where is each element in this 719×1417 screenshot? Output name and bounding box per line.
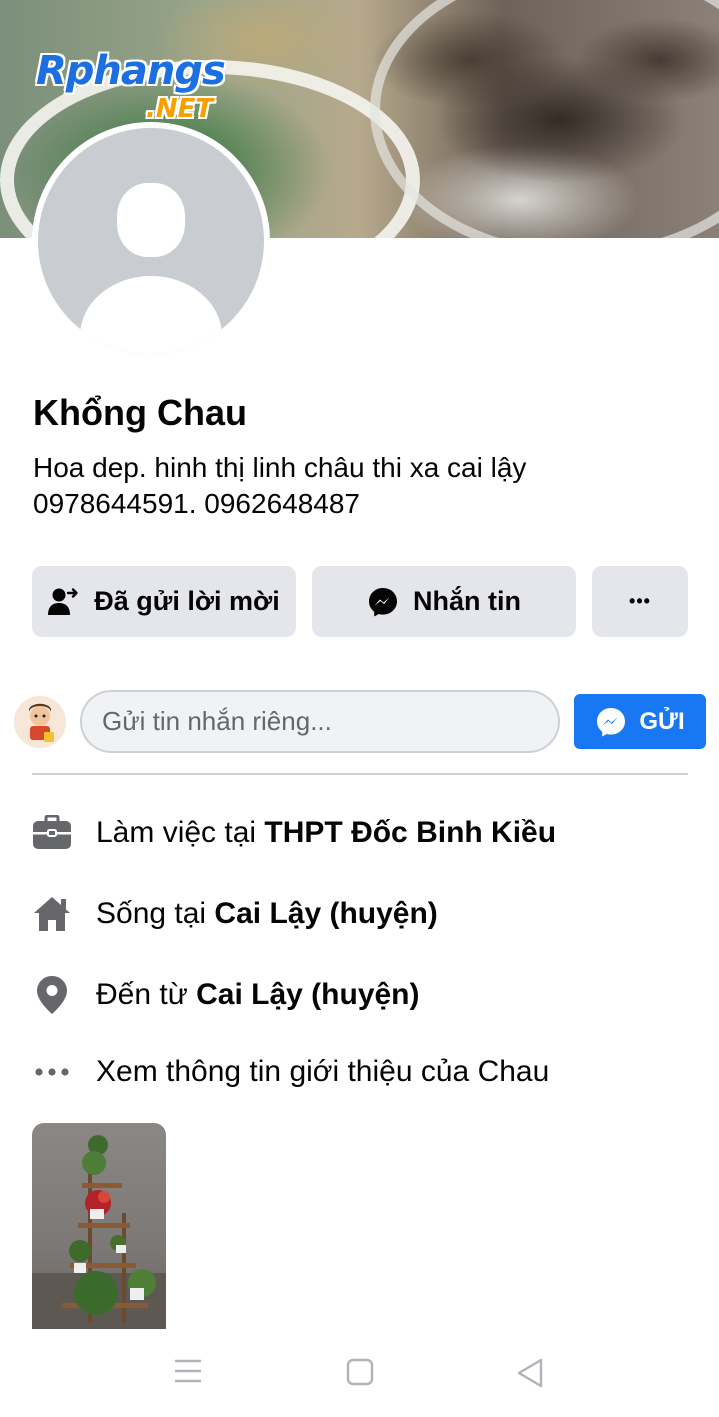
send-button-label: GỬI bbox=[639, 707, 685, 735]
intro-lives-prefix: Sống tại bbox=[96, 897, 215, 930]
person-check-icon bbox=[48, 587, 80, 617]
private-message-input[interactable]: Gửi tin nhắn riêng... bbox=[80, 690, 560, 753]
avatar-head-shape bbox=[117, 183, 185, 257]
watermark-logo-suffix: .NET bbox=[146, 94, 214, 124]
intro-work[interactable]: Làm việc tại THPT Đốc Binh Kiều bbox=[32, 808, 692, 858]
profile-name: Khổng Chau bbox=[33, 392, 247, 433]
messenger-icon bbox=[595, 706, 627, 738]
home-button-icon[interactable] bbox=[346, 1358, 374, 1386]
friend-request-sent-button[interactable]: Đã gửi lời mời bbox=[32, 566, 296, 637]
default-avatar-icon bbox=[38, 128, 264, 354]
back-button-icon[interactable] bbox=[516, 1358, 544, 1388]
friend-request-sent-label: Đã gửi lời mời bbox=[94, 586, 280, 616]
ellipsis-icon bbox=[32, 1052, 72, 1092]
send-message-button[interactable]: GỬI bbox=[574, 694, 706, 749]
intro-from[interactable]: Đến từ Cai Lậy (huyện) bbox=[32, 970, 692, 1020]
intro-work-prefix: Làm việc tại bbox=[96, 816, 265, 849]
recent-apps-icon[interactable] bbox=[174, 1358, 202, 1384]
more-options-button[interactable]: ••• bbox=[592, 566, 688, 637]
profile-page: Rphangs .NET Khổng Chau Hoa dep. hinh th… bbox=[0, 0, 719, 1417]
intro-lives-place[interactable]: Cai Lậy (huyện) bbox=[214, 897, 437, 931]
location-pin-icon bbox=[32, 975, 72, 1015]
more-dots-icon: ••• bbox=[629, 591, 651, 611]
see-intro-label: Xem thông tin giới thiệu của Chau bbox=[96, 1055, 550, 1088]
intro-from-place[interactable]: Cai Lậy (huyện) bbox=[196, 978, 419, 1012]
message-button-label: Nhắn tin bbox=[413, 586, 521, 616]
avatar-body-shape bbox=[80, 276, 222, 354]
bio-line-2: 0978644591. 0962648487 bbox=[33, 488, 361, 519]
bio-line-1: Hoa dep. hinh thị linh châu thi xa cai l… bbox=[33, 452, 527, 483]
see-intro-link[interactable]: Xem thông tin giới thiệu của Chau bbox=[32, 1047, 692, 1097]
intro-lives[interactable]: Sống tại Cai Lậy (huyện) bbox=[32, 889, 692, 939]
profile-bio: Hoa dep. hinh thị linh châu thi xa cai l… bbox=[33, 450, 693, 522]
messenger-icon bbox=[367, 586, 399, 618]
watermark-logo: Rphangs .NET bbox=[36, 48, 256, 130]
intro-work-place[interactable]: THPT Đốc Binh Kiều bbox=[264, 816, 556, 850]
home-icon bbox=[32, 894, 72, 934]
system-navigation-bar bbox=[0, 1330, 719, 1417]
cover-plate-decoration bbox=[370, 0, 719, 238]
briefcase-icon bbox=[32, 813, 72, 853]
watermark-logo-text: Rphangs bbox=[36, 48, 226, 94]
private-message-placeholder: Gửi tin nhắn riêng... bbox=[102, 706, 332, 736]
message-button[interactable]: Nhắn tin bbox=[312, 566, 576, 637]
my-avatar bbox=[14, 696, 66, 748]
section-divider bbox=[32, 773, 688, 775]
featured-photo[interactable] bbox=[32, 1123, 166, 1329]
profile-avatar[interactable] bbox=[32, 122, 270, 360]
intro-from-prefix: Đến từ bbox=[96, 978, 197, 1011]
